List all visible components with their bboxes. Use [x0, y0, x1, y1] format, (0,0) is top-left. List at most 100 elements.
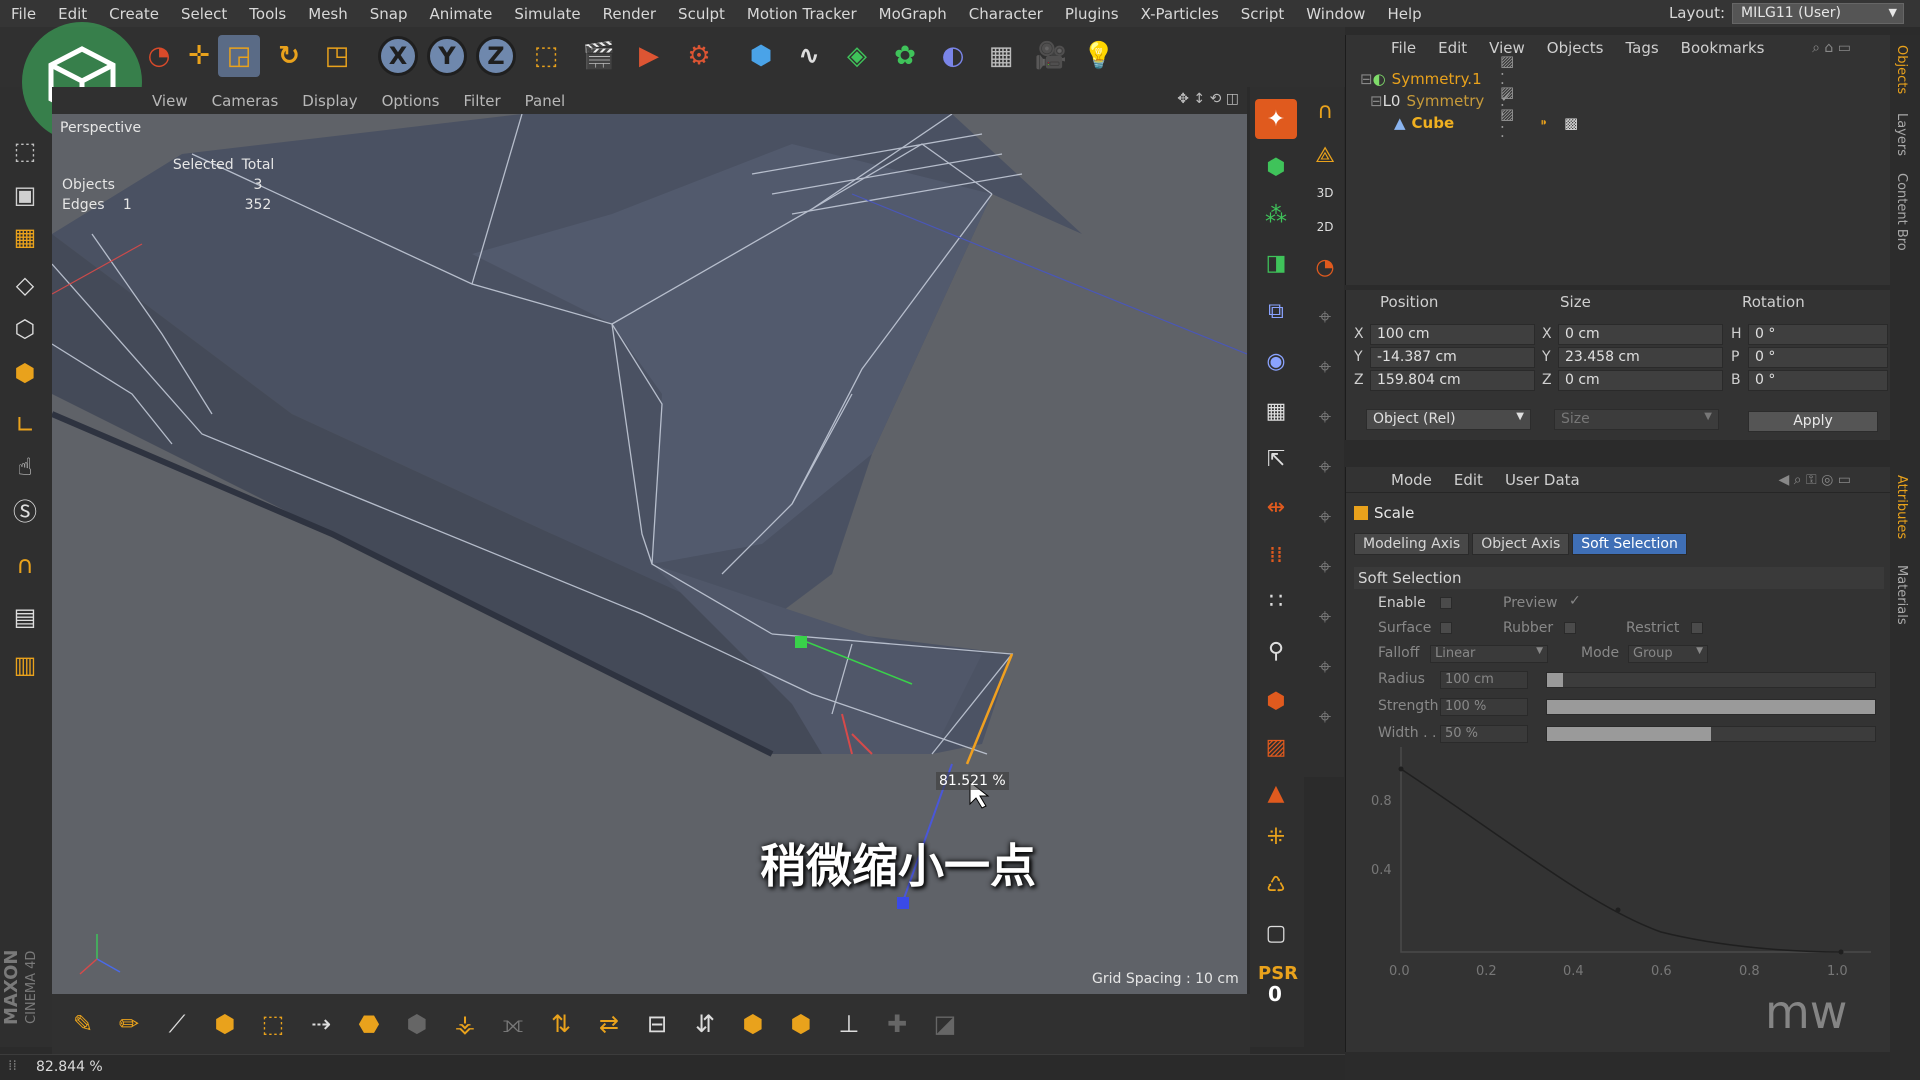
side-tab-attributes[interactable]: Attributes — [1894, 475, 1909, 539]
viewport-navigation-icons[interactable]: ✥ ↕ ⟲ ◫ — [1177, 91, 1239, 107]
camera-icon[interactable]: 🎥 — [1030, 35, 1072, 77]
restrict-checkbox[interactable] — [1691, 622, 1703, 634]
deformer-icon[interactable]: ◐ — [932, 35, 974, 77]
knife-icon[interactable]: ✎ — [62, 1004, 104, 1044]
render-region-icon[interactable]: ▢ — [1255, 913, 1297, 953]
viewport-menu-panel[interactable]: Panel — [513, 92, 577, 110]
collapse-icon[interactable]: ⊟ — [1360, 70, 1373, 88]
scale-handle-green[interactable] — [795, 636, 807, 648]
tab-soft-selection[interactable]: Soft Selection — [1572, 533, 1687, 555]
menu-animate[interactable]: Animate — [419, 5, 504, 23]
rubber-checkbox[interactable] — [1564, 622, 1576, 634]
position-y-field[interactable]: -14.387 cm — [1370, 347, 1535, 368]
render-picture-viewer-icon[interactable]: ▶ — [628, 35, 670, 77]
viewport-menu-filter[interactable]: Filter — [451, 92, 512, 110]
side-tab-objects[interactable]: Objects — [1894, 45, 1909, 94]
menu-motion-tracker[interactable]: Motion Tracker — [736, 5, 868, 23]
apply-button[interactable]: Apply — [1748, 411, 1878, 432]
menu-mograph[interactable]: MoGraph — [868, 5, 958, 23]
transform-tool-icon[interactable]: ◳ — [316, 35, 358, 77]
collapse-icon[interactable]: ⊟ — [1370, 92, 1383, 110]
subdivision-surface-icon[interactable]: ◈ — [836, 35, 878, 77]
brush-icon[interactable]: ⟁ — [1304, 135, 1346, 175]
texture-mode-icon[interactable]: ▦ — [4, 217, 46, 257]
menu-simulate[interactable]: Simulate — [503, 5, 591, 23]
attr-menu-user-data[interactable]: User Data — [1494, 471, 1591, 489]
polygons-mode-icon[interactable]: ⬢ — [4, 353, 46, 393]
menu-file[interactable]: File — [0, 5, 47, 23]
menu-create[interactable]: Create — [98, 5, 170, 23]
menu-window[interactable]: Window — [1295, 5, 1376, 23]
weld-icon[interactable]: ⚶ — [444, 1004, 486, 1044]
strength-slider[interactable] — [1546, 699, 1876, 715]
align-normals-icon[interactable]: ⊥ — [828, 1004, 870, 1044]
menu-mesh[interactable]: Mesh — [297, 5, 359, 23]
midpoint-snap-icon[interactable]: ⌖ — [1304, 547, 1346, 587]
side-tab-content-browser[interactable]: Content Bro — [1894, 173, 1909, 251]
slide-icon[interactable]: ⇅ — [540, 1004, 582, 1044]
extrude-inner-icon[interactable]: ⬚ — [252, 1004, 294, 1044]
floor-icon[interactable]: ▦ — [980, 35, 1022, 77]
size-mode-select[interactable]: Size ▼ — [1554, 409, 1719, 430]
om-menu-bookmarks[interactable]: Bookmarks — [1670, 39, 1776, 57]
object-row-symmetry-1[interactable]: ⊟ ◐ Symmetry.1 ▨ ⁚ ✓ — [1360, 52, 1514, 106]
snap-icon[interactable]: ∩ — [4, 545, 46, 585]
quantize-icon[interactable]: ◔ — [1304, 247, 1346, 287]
phong-tag-icon[interactable]: ⁍ — [1540, 114, 1548, 132]
subdivide-icon[interactable]: ⬢ — [780, 1004, 822, 1044]
y-axis-lock-button[interactable]: Y — [427, 36, 467, 76]
material-tag-icon[interactable]: ▩ — [1564, 114, 1578, 132]
3d-viewport[interactable]: Perspective Selected Total Objects 3 Edg… — [52, 114, 1247, 994]
polygon-object-icon[interactable]: ⬢ — [1255, 681, 1297, 721]
solo-mode-icon[interactable]: Ⓢ — [4, 489, 46, 529]
points-mode-icon[interactable]: ◇ — [4, 265, 46, 305]
menu-plugins[interactable]: Plugins — [1054, 5, 1130, 23]
instance-icon[interactable]: ⧉ — [1255, 291, 1297, 331]
viewport-menu-cameras[interactable]: Cameras — [200, 92, 291, 110]
line-cut-icon[interactable]: ⟋ — [156, 1004, 198, 1044]
radius-slider[interactable] — [1546, 672, 1876, 688]
rotate-tool-icon[interactable]: ↻ — [268, 35, 310, 77]
mirror-icon[interactable]: ⇹ — [1255, 487, 1297, 527]
axis-mode-icon[interactable]: ∟ — [4, 405, 46, 445]
disabled-tool-icon[interactable]: ⬢ — [396, 1004, 438, 1044]
primitive-icon[interactable]: ⬢ — [1255, 147, 1297, 187]
light-icon[interactable]: 💡 — [1078, 35, 1120, 77]
attr-menu-mode[interactable]: Mode — [1380, 471, 1443, 489]
size-z-field[interactable]: 0 cm — [1558, 370, 1723, 391]
radius-field[interactable]: 100 cm — [1440, 671, 1528, 689]
tweak-mode-icon[interactable]: ☝ — [4, 447, 46, 487]
rotation-p-field[interactable]: 0 ° — [1748, 347, 1888, 368]
menu-edit[interactable]: Edit — [47, 5, 98, 23]
position-x-field[interactable]: 100 cm — [1370, 324, 1535, 345]
iron-icon[interactable]: ⇄ — [588, 1004, 630, 1044]
random-icon[interactable]: ▲ — [1255, 773, 1297, 813]
width-field[interactable]: 50 % — [1440, 725, 1528, 743]
falloff-select[interactable]: Linear ▼ — [1430, 645, 1548, 663]
workplane-icon[interactable]: ▥ — [4, 645, 46, 685]
viewport-layout-icon[interactable]: ◉ — [1255, 341, 1297, 381]
menu-select[interactable]: Select — [170, 5, 238, 23]
enable-checkbox[interactable] — [1440, 597, 1452, 609]
om-menu-edit[interactable]: Edit — [1427, 39, 1478, 57]
optimize-icon[interactable]: ⬢ — [732, 1004, 774, 1044]
menu-render[interactable]: Render — [592, 5, 667, 23]
object-row-symmetry[interactable]: ⊟ L0 Symmetry ▨ ⁚ — [1370, 83, 1514, 119]
object-row-cube[interactable]: ▲ Cube ▨ ⁚ ⁍ ▩ — [1394, 105, 1578, 141]
size-x-field[interactable]: 0 cm — [1558, 324, 1723, 345]
surface-checkbox[interactable] — [1440, 622, 1452, 634]
live-selection-icon[interactable]: ◔ — [138, 35, 180, 77]
side-tab-materials[interactable]: Materials — [1894, 565, 1909, 625]
viewport-menu-options[interactable]: Options — [370, 92, 452, 110]
menu-character[interactable]: Character — [958, 5, 1054, 23]
spline-snap-icon[interactable]: ⌖ — [1304, 447, 1346, 487]
extrude-icon[interactable]: ◨ — [1255, 243, 1297, 283]
mode-select[interactable]: Group ▼ — [1628, 645, 1708, 663]
grid-layout-icon[interactable]: ▦ — [1255, 391, 1297, 431]
viewport-menu-view[interactable]: View — [140, 92, 200, 110]
add-point-icon[interactable]: ✚ — [876, 1004, 918, 1044]
bevel-icon[interactable]: ⬣ — [348, 1004, 390, 1044]
split-icon[interactable]: ⊟ — [636, 1004, 678, 1044]
bridge-icon[interactable]: ⇢ — [300, 1004, 342, 1044]
spline-pen-icon[interactable]: ∿ — [788, 35, 830, 77]
